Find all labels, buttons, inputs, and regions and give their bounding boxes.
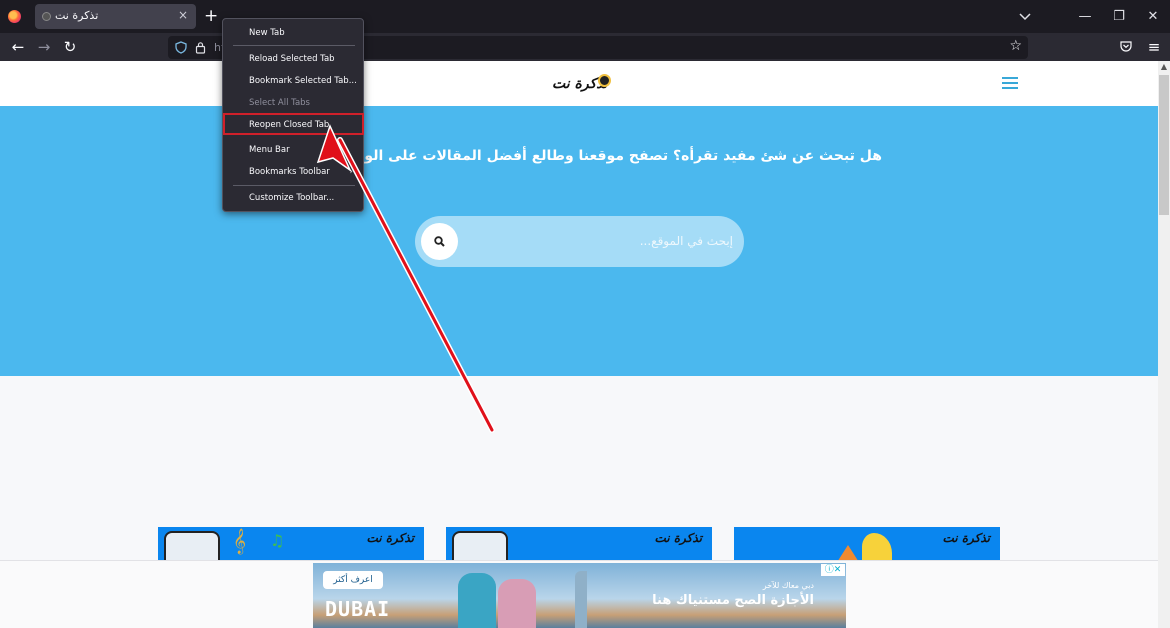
page-scrollbar[interactable]: ▲ [1158, 61, 1170, 628]
forward-button[interactable]: → [34, 38, 54, 56]
search-icon [434, 236, 445, 247]
new-tab-button[interactable]: + [204, 6, 218, 26]
site-header: تذكرة نت [0, 61, 1158, 106]
browser-tab[interactable]: تذكرة نت × [35, 4, 196, 29]
tab-close-icon[interactable]: × [178, 8, 188, 22]
firefox-logo-icon[interactable] [8, 10, 21, 23]
web-page: تذكرة نت هل تبحث عن شئ مفيد تقرأه؟ تصفح … [0, 61, 1158, 628]
menu-item-select-all-tabs: Select All Tabs [249, 98, 310, 108]
menu-item-label: Bookmarks Toolbar [249, 167, 330, 177]
site-favicon-icon [42, 12, 51, 21]
menu-separator [233, 185, 355, 186]
menu-item-new-tab[interactable]: New Tab [223, 23, 363, 43]
scrollbar-thumb[interactable] [1159, 75, 1169, 215]
back-button[interactable]: ← [8, 38, 28, 56]
site-logo[interactable]: تذكرة نت [550, 73, 612, 97]
menu-item-menu-bar[interactable]: Menu Bar [223, 140, 363, 160]
restore-button[interactable]: ❐ [1108, 6, 1130, 28]
browser-tab-bar: تذكرة نت × + — ❐ ✕ [0, 0, 1170, 33]
close-window-button[interactable]: ✕ [1142, 6, 1164, 28]
menu-separator [233, 45, 355, 46]
adchoices-close-icon[interactable]: ⓘ✕ [821, 564, 845, 576]
hamburger-menu-icon[interactable] [1002, 77, 1018, 89]
menu-item-bookmarks-toolbar[interactable]: Bookmarks Toolbar › [223, 162, 363, 182]
menu-item-bookmark-selected-tab[interactable]: Bookmark Selected Tab... [223, 71, 363, 91]
tab-title: تذكرة نت [55, 9, 99, 22]
ad-person-image [458, 573, 496, 628]
card-logo: تذكرة نت [654, 531, 702, 545]
hero-section: هل تبحث عن شئ مفيد تقرأه؟ تصفح موقعنا وط… [0, 106, 1158, 376]
ad-learn-more-button[interactable]: اعرف أكثر [323, 571, 383, 589]
minimize-button[interactable]: — [1074, 6, 1096, 28]
submenu-arrow-icon: › [349, 167, 353, 177]
bookmark-star-icon[interactable]: ☆ [1009, 38, 1022, 54]
tracking-protection-shield-icon[interactable] [175, 41, 187, 54]
ad-tower-image [575, 571, 587, 628]
music-note-icon: 𝄞 [233, 529, 247, 554]
hero-text: هل تبحث عن شئ مفيد تقرأه؟ تصفح موقعنا وط… [275, 148, 882, 164]
ad-person-image [498, 579, 536, 628]
card-logo: تذكرة نت [942, 531, 990, 545]
app-menu-button[interactable]: ≡ [1144, 38, 1164, 56]
music-note-icon: ♫ [270, 531, 285, 550]
lock-icon[interactable] [195, 41, 206, 54]
scroll-up-arrow-icon[interactable]: ▲ [1158, 61, 1170, 73]
pocket-icon[interactable] [1116, 38, 1136, 56]
search-button[interactable] [421, 223, 458, 260]
camera-lens-icon [598, 74, 611, 87]
reload-button[interactable]: ↻ [60, 38, 80, 56]
list-all-tabs-chevron-icon[interactable] [1018, 9, 1032, 23]
menu-item-customize-toolbar[interactable]: Customize Toolbar... [223, 188, 363, 208]
site-search-input[interactable] [465, 230, 733, 252]
site-search-box [415, 216, 744, 267]
highlight-box-annotation [223, 113, 364, 135]
ad-brand-logo: DUBAI [325, 597, 391, 621]
menu-item-reload-selected-tab[interactable]: Reload Selected Tab [223, 49, 363, 69]
ad-small-text: دبي معاك للآخر [762, 581, 814, 590]
advertisement-banner[interactable]: اعرف أكثر DUBAI دبي معاك للآخر الأجازة ا… [313, 563, 846, 628]
card-logo: تذكرة نت [366, 531, 414, 545]
ad-headline: الأجازة الصح مستنياك هنا [652, 593, 814, 608]
